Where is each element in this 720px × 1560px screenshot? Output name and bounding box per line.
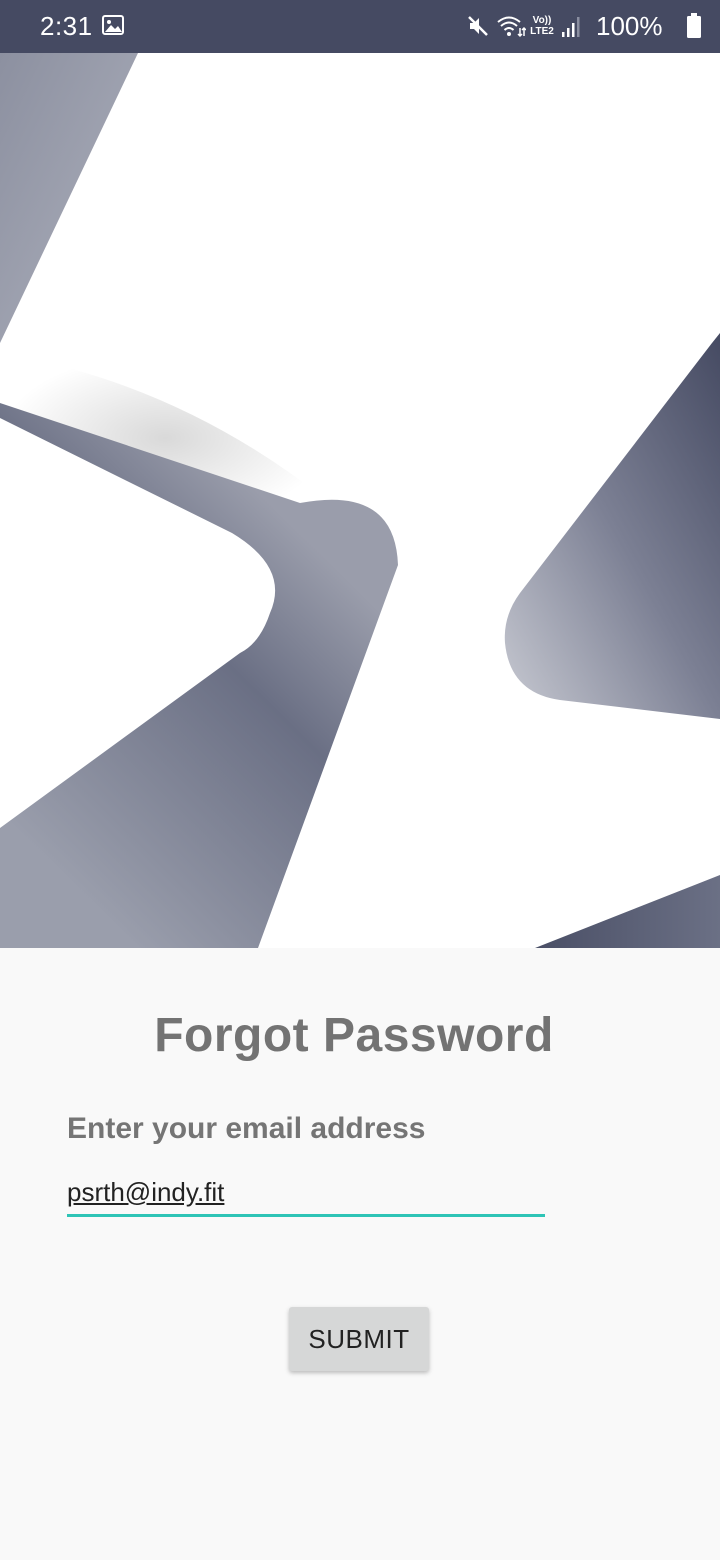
status-icons: Vo)) LTE2 100% bbox=[460, 0, 720, 53]
hero-graphic bbox=[0, 53, 720, 948]
email-field[interactable] bbox=[67, 1170, 545, 1217]
volte-icon: Vo)) LTE2 bbox=[528, 15, 556, 37]
image-icon bbox=[102, 15, 124, 35]
page-title: Forgot Password bbox=[154, 1009, 554, 1062]
battery-percent: 100% bbox=[596, 11, 663, 41]
status-bar: 2:31 Vo)) LTE2 100% bbox=[0, 0, 720, 53]
battery-icon bbox=[686, 13, 702, 39]
wifi-icon bbox=[496, 14, 527, 38]
mute-icon bbox=[466, 14, 490, 38]
email-label: Enter your email address bbox=[67, 1112, 426, 1145]
submit-button[interactable]: SUBMIT bbox=[289, 1307, 429, 1371]
abstract-shapes-illustration bbox=[0, 53, 720, 948]
signal-icon bbox=[561, 14, 581, 38]
volte-line1: Vo)) bbox=[532, 15, 552, 26]
forgot-password-form: Forgot Password Enter your email address… bbox=[0, 948, 720, 1560]
volte-line2: LTE2 bbox=[530, 26, 554, 37]
status-time: 2:31 bbox=[40, 11, 93, 41]
